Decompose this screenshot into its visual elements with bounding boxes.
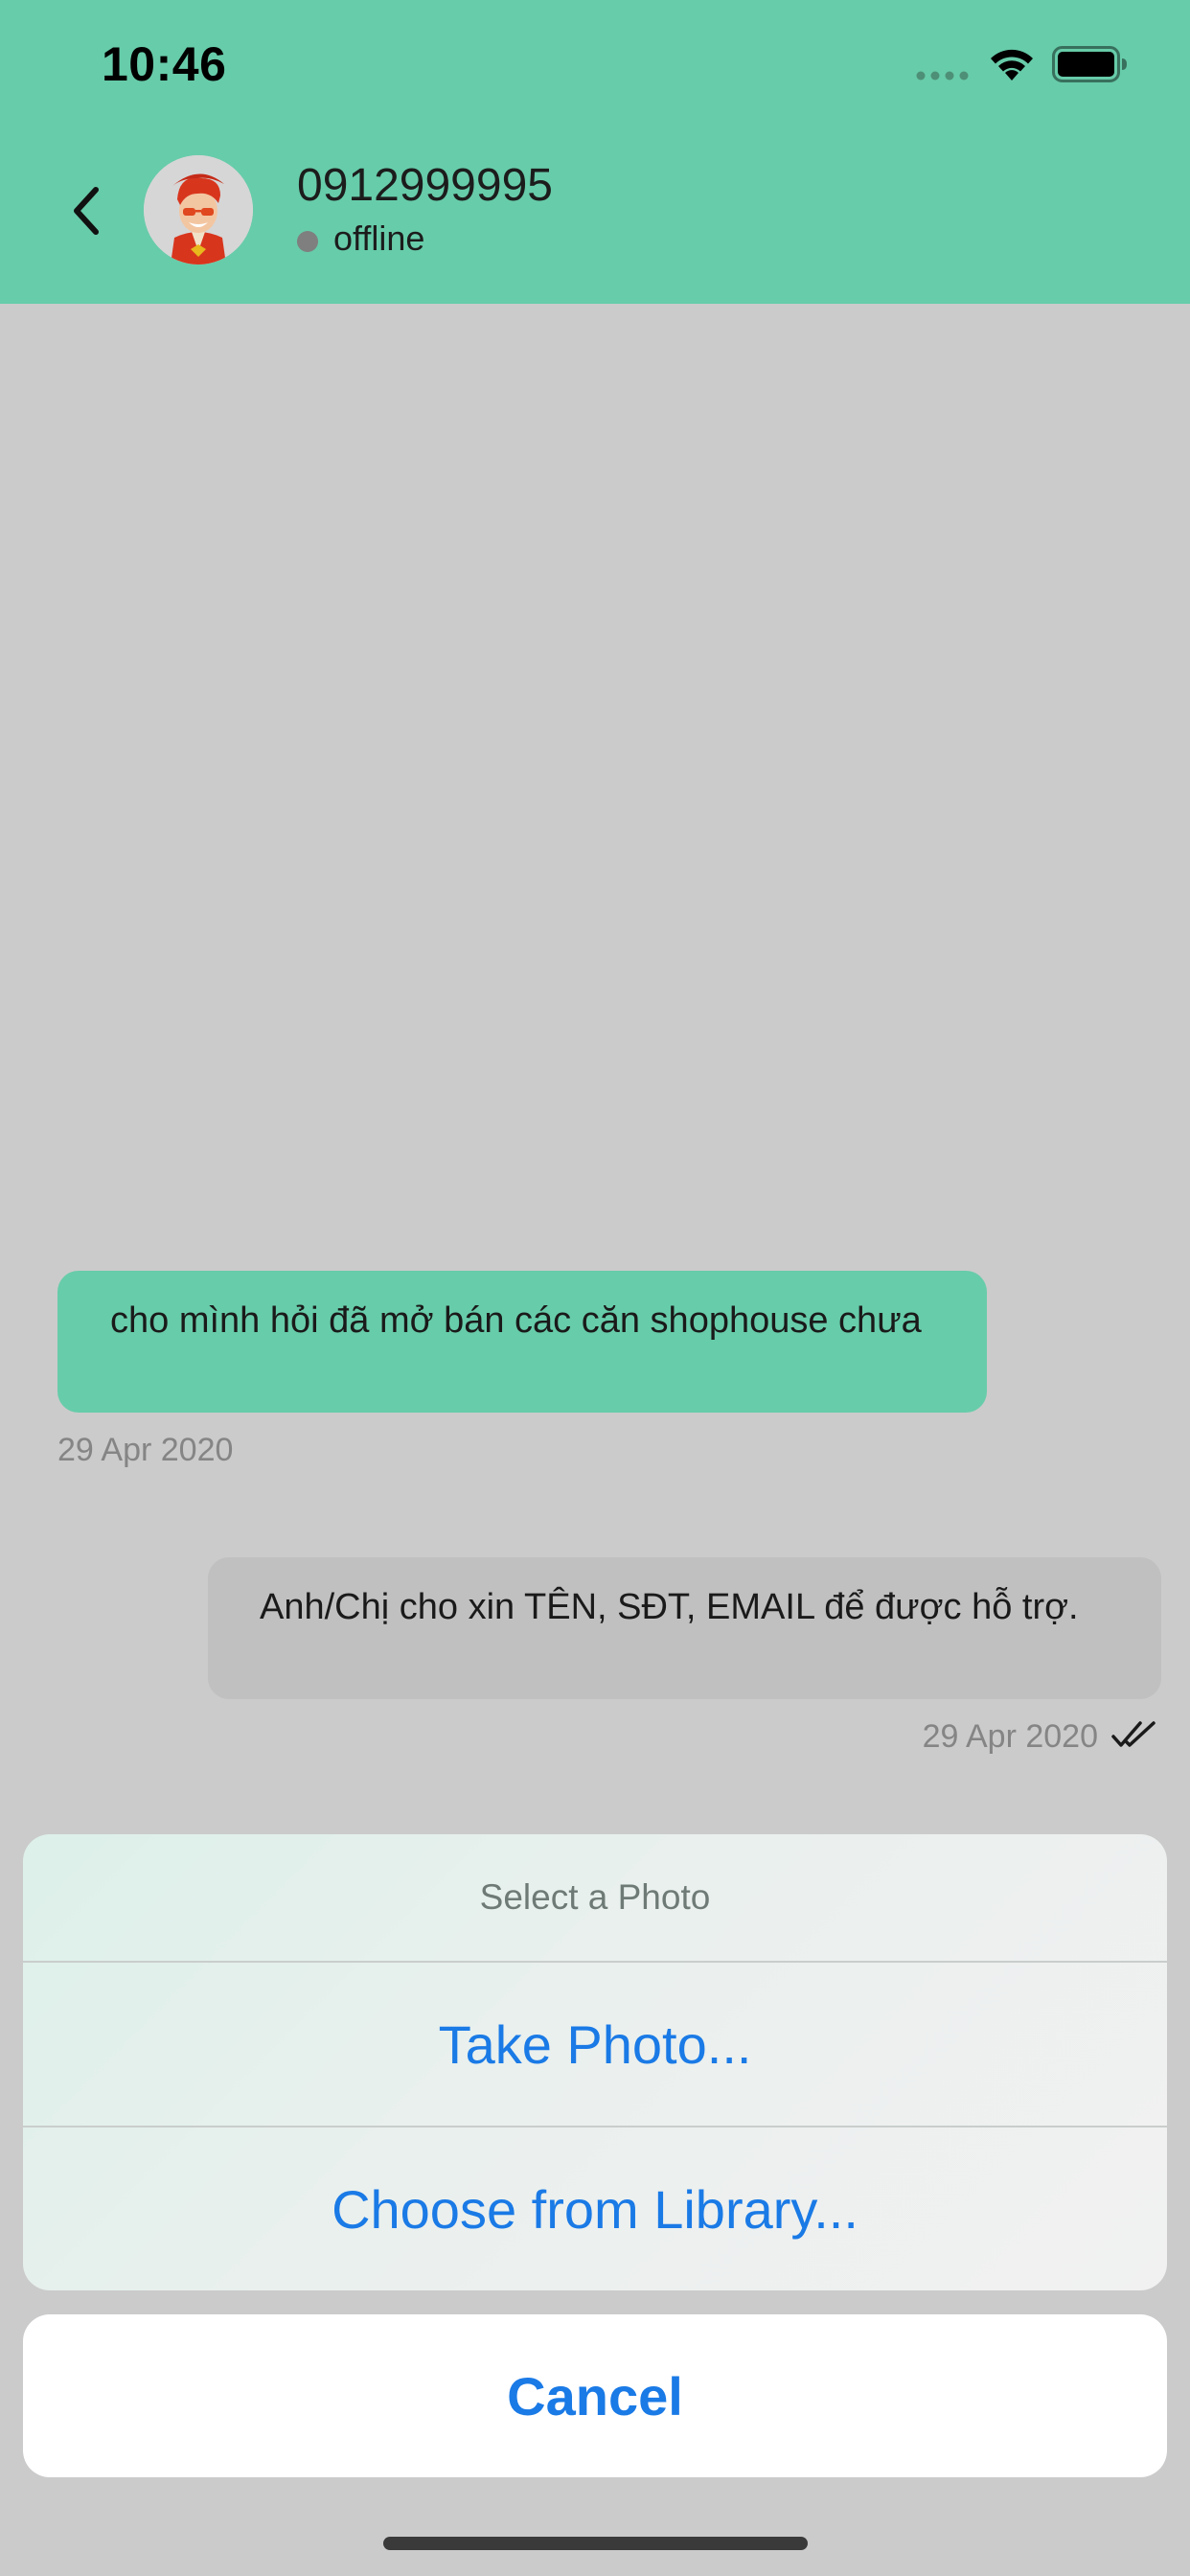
message-timestamp: 29 Apr 2020 <box>922 1718 1098 1755</box>
cancel-button[interactable]: Cancel <box>23 2314 1167 2477</box>
contact-name: 0912999995 <box>297 160 553 211</box>
battery-icon <box>1052 46 1127 82</box>
chat-header: 10:46 0912999995 offline <box>0 0 1190 304</box>
choose-from-library-button[interactable]: Choose from Library... <box>23 2126 1167 2290</box>
presence-text: offline <box>333 218 425 258</box>
home-indicator <box>383 2537 808 2550</box>
signal-dots-icon <box>916 71 969 80</box>
presence-status: offline <box>297 218 424 259</box>
presence-dot <box>297 231 318 252</box>
wifi-icon <box>991 49 1033 80</box>
double-check-icon <box>1111 1721 1156 1747</box>
message-timestamp: 29 Apr 2020 <box>57 1432 234 1468</box>
incoming-message-bubble[interactable]: cho mình hỏi đã mở bán các căn shophouse… <box>57 1271 987 1413</box>
user-avatar-icon <box>144 155 253 264</box>
photo-action-sheet: Select a Photo Take Photo... Choose from… <box>23 1834 1167 2290</box>
avatar[interactable] <box>144 155 253 264</box>
status-time: 10:46 <box>102 37 227 91</box>
outgoing-message-bubble[interactable]: Anh/Chị cho xin TÊN, SĐT, EMAIL để được … <box>208 1557 1161 1699</box>
back-button[interactable] <box>57 172 115 249</box>
action-sheet-title: Select a Photo <box>23 1834 1167 1963</box>
chevron-left-icon <box>74 187 99 235</box>
take-photo-button[interactable]: Take Photo... <box>23 1963 1167 2126</box>
